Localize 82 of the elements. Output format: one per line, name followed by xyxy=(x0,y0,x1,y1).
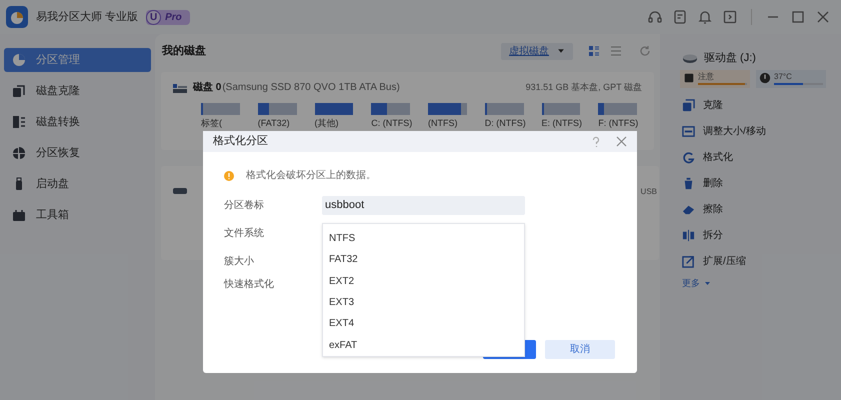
partition-bar xyxy=(201,103,240,115)
note-icon[interactable] xyxy=(672,9,688,25)
help-icon[interactable] xyxy=(590,136,602,148)
action-item[interactable]: 调整大小/移动 xyxy=(682,123,831,139)
refresh-icon[interactable] xyxy=(639,45,651,57)
app-title: 易我分区大师 专业版 xyxy=(36,10,138,25)
window-icon[interactable] xyxy=(722,9,738,25)
partition-bar xyxy=(258,103,296,115)
dropdown-option[interactable]: FAT32 xyxy=(323,249,524,271)
dropdown-option[interactable]: exFAT xyxy=(323,334,524,356)
volume-label-field[interactable]: usbboot xyxy=(322,196,525,215)
field-label: 快速格式化 xyxy=(224,278,274,292)
disk-name: 磁盘 0 xyxy=(193,80,222,95)
field-label: 簇大小 xyxy=(224,254,254,269)
cancel-button[interactable]: 取消 xyxy=(545,340,615,359)
close-icon[interactable] xyxy=(815,9,831,25)
action-item[interactable]: 克隆 xyxy=(682,97,831,113)
sidebar-item[interactable]: 磁盘克隆 xyxy=(4,79,151,103)
partition-label: (NTFS) xyxy=(428,118,458,128)
trash-icon xyxy=(682,176,695,190)
app-logo-icon xyxy=(6,6,28,28)
partition-label: (其他) xyxy=(314,118,340,128)
dropdown-option[interactable]: EXT3 xyxy=(323,292,524,314)
partition-bar xyxy=(484,103,524,115)
warning-icon xyxy=(224,170,234,180)
copy-icon xyxy=(682,98,695,112)
partition-label: C: (NTFS) xyxy=(371,118,410,128)
field-label: 分区卷标 xyxy=(224,198,264,213)
partition-bar xyxy=(314,103,354,115)
warning-text: 格式化会破坏分区上的数据。 xyxy=(246,168,376,183)
maximize-icon[interactable] xyxy=(790,9,806,25)
pro-badge: U Pro xyxy=(146,10,190,24)
action-item[interactable]: 擦除 xyxy=(682,201,831,217)
partition-label: D: (NTFS) xyxy=(484,118,524,128)
expand-icon xyxy=(682,254,695,268)
action-item[interactable]: 扩展/压缩 xyxy=(682,253,831,269)
disk-model: (Samsung SSD 870 QVO 1TB ATA Bus) xyxy=(222,81,400,95)
headset-icon[interactable] xyxy=(647,9,663,25)
dropdown-option[interactable]: EXT4 xyxy=(323,313,524,335)
drive-name: 驱动盘 (J:) xyxy=(704,50,756,66)
partition-bar xyxy=(542,103,580,115)
partition-bar xyxy=(598,103,637,115)
caret-icon xyxy=(704,280,711,288)
action-item[interactable]: 删除 xyxy=(682,175,831,191)
sidebar-item[interactable]: 分区恢复 xyxy=(4,141,151,165)
close-icon[interactable] xyxy=(616,136,627,147)
partition-bar xyxy=(428,103,467,115)
partition-bar xyxy=(371,103,410,115)
split-icon xyxy=(682,228,695,242)
caret-icon xyxy=(557,47,565,55)
bell-icon[interactable] xyxy=(697,9,713,25)
dialog-title: 格式化分区 xyxy=(213,134,268,150)
sidebar-item[interactable]: 工具箱 xyxy=(4,203,151,227)
dropdown-option[interactable]: NTFS xyxy=(323,228,524,250)
sidebar-item[interactable]: 磁盘转换 xyxy=(4,110,151,134)
thermometer-icon xyxy=(759,72,771,84)
virtual-disk-button[interactable]: 虚拟磁盘 xyxy=(501,42,573,60)
partition-label: E: (NTFS) xyxy=(542,118,580,128)
list-view-icon[interactable] xyxy=(610,45,622,57)
hard-drive-icon xyxy=(683,72,695,84)
field-label: 文件系统 xyxy=(224,226,264,241)
partition-label: F: (NTFS) xyxy=(598,118,637,128)
resize-icon xyxy=(682,124,695,138)
health-label: 注意 xyxy=(698,72,715,81)
pie-chart-icon xyxy=(12,53,26,67)
more-link[interactable]: 更多 xyxy=(682,277,711,290)
grid-view-icon[interactable] xyxy=(588,45,600,57)
action-item[interactable]: 拆分 xyxy=(682,227,831,243)
sidebar-item[interactable]: 启动盘 xyxy=(4,172,151,196)
toolbox-icon xyxy=(12,208,26,222)
copy-icon xyxy=(12,84,26,98)
disk-info: USB xyxy=(640,187,657,197)
temperature-label: 37°C xyxy=(774,72,793,81)
disk-info: 931.51 GB 基本盘, GPT 磁盘 xyxy=(526,80,642,94)
partition-label: 标签( xyxy=(201,118,223,128)
section-heading: 我的磁盘 xyxy=(161,44,206,59)
action-item[interactable]: 格式化 xyxy=(682,149,831,165)
disk-convert-icon xyxy=(12,115,26,129)
partition-label: (FAT32) xyxy=(258,118,291,128)
dropdown-option[interactable]: EXT2 xyxy=(323,270,524,292)
pie-segments-icon xyxy=(12,146,26,160)
sidebar-item[interactable]: 分区管理 xyxy=(4,48,151,72)
